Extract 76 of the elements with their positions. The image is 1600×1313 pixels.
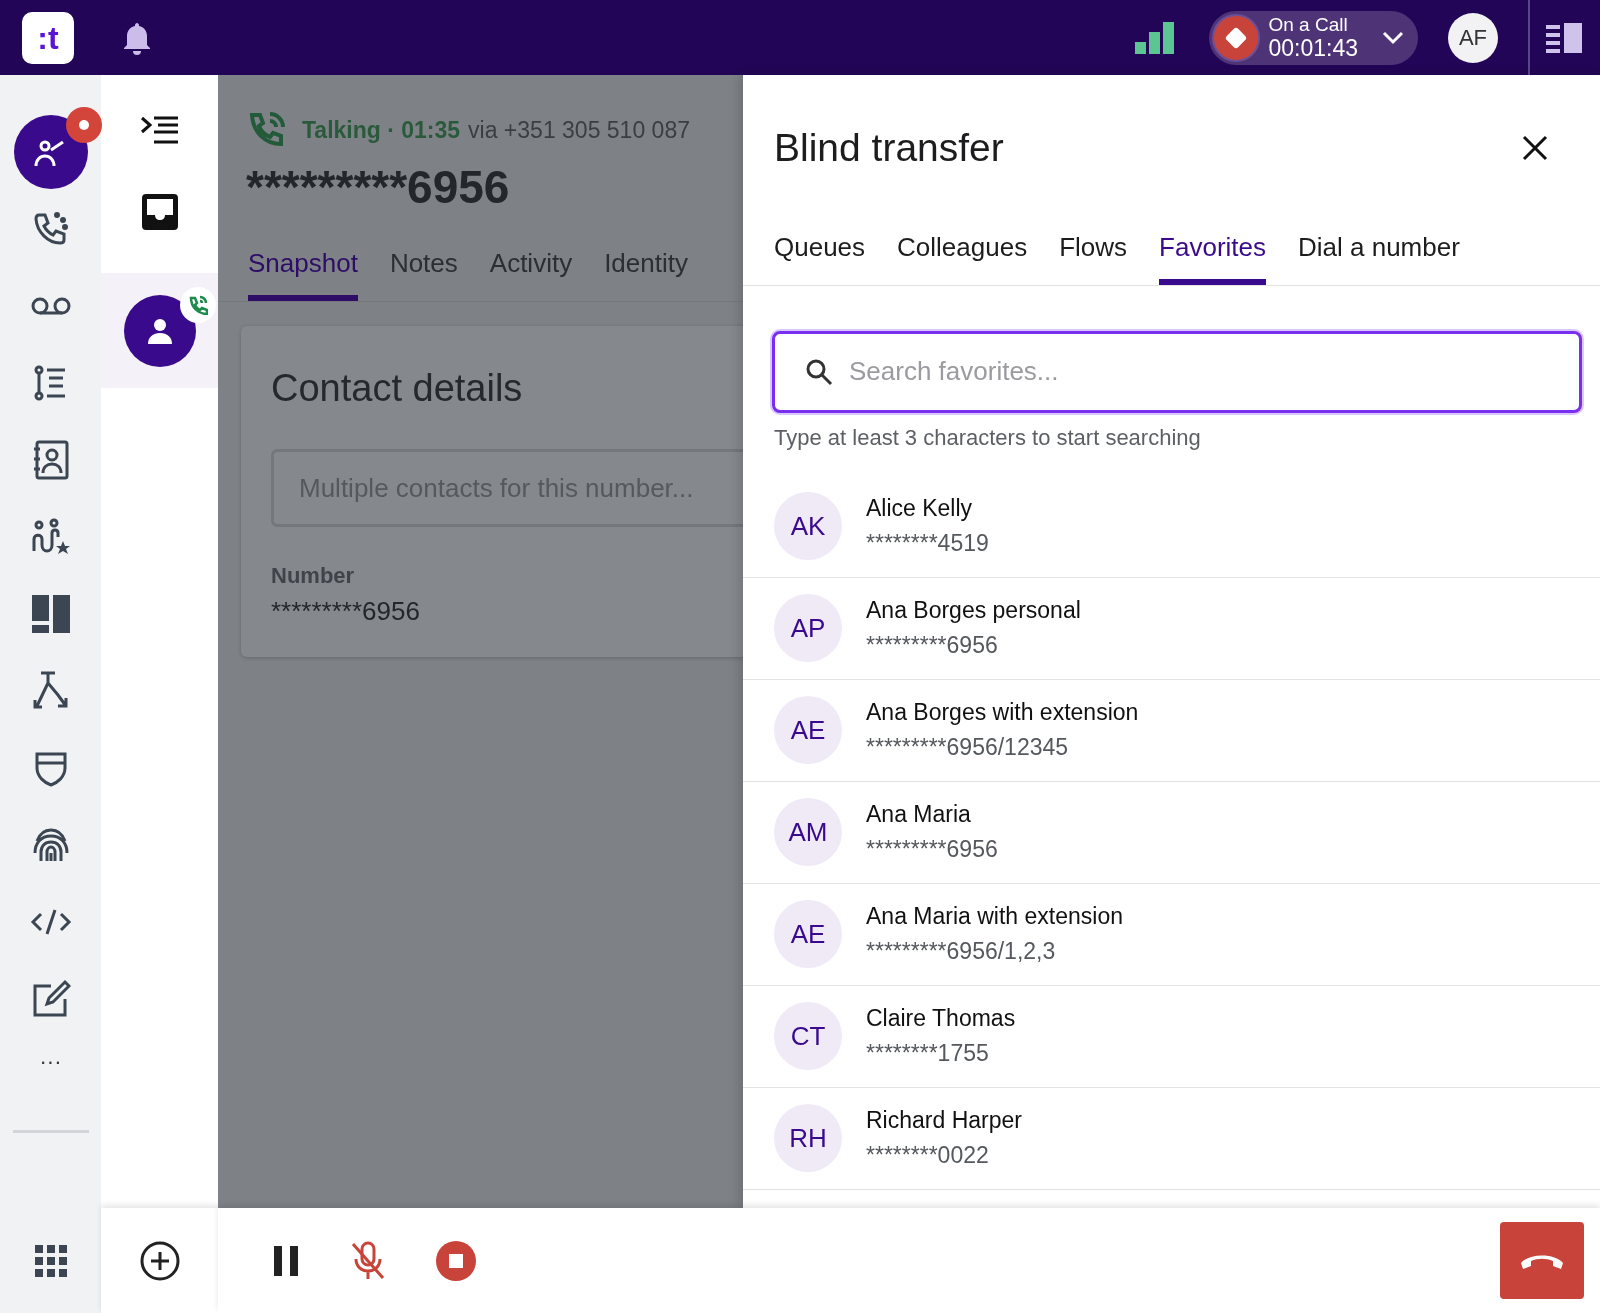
contact-number: ********1755 bbox=[866, 1039, 990, 1068]
phone-talking-icon bbox=[248, 111, 286, 149]
transfer-tab[interactable]: Favorites bbox=[1159, 227, 1266, 285]
apps-grid-icon[interactable] bbox=[34, 1244, 67, 1277]
contact-avatar: AM bbox=[774, 798, 842, 866]
contact-row[interactable]: AE Ana Maria with extension *********6956/1,2,3 bbox=[743, 883, 1600, 986]
call-tab[interactable]: Snapshot bbox=[248, 244, 358, 301]
code-icon bbox=[29, 907, 72, 937]
search-icon bbox=[805, 357, 833, 386]
call-tab[interactable]: Activity bbox=[489, 244, 573, 301]
muted-microphone-icon bbox=[350, 1240, 386, 1281]
call-status-pill[interactable]: On a Call 00:01:43 bbox=[1209, 10, 1418, 65]
contact-avatar: CT bbox=[774, 1002, 842, 1070]
contact-name: Ana Maria with extension bbox=[866, 902, 1123, 931]
transfer-tab[interactable]: Flows bbox=[1059, 227, 1128, 285]
field-value: *********6956 bbox=[271, 595, 421, 628]
transfer-tab[interactable]: Dial a number bbox=[1298, 227, 1460, 285]
chevron-down-icon bbox=[1382, 30, 1404, 45]
transfer-tab[interactable]: Queues bbox=[774, 227, 866, 285]
close-button[interactable] bbox=[1522, 135, 1548, 162]
contact-name: Ana Maria bbox=[866, 800, 972, 829]
contact-row[interactable]: AE Ana Borges with extension *********6956/12345 bbox=[743, 679, 1600, 782]
hang-up-button[interactable] bbox=[1500, 1222, 1584, 1299]
contact-name: Ana Borges with extension bbox=[866, 698, 1139, 727]
search-hint: Type at least 3 characters to start searching bbox=[774, 423, 1202, 452]
call-tab[interactable]: Identity bbox=[604, 244, 688, 301]
dashboard-icon bbox=[30, 594, 71, 634]
dialog-title: Blind transfer bbox=[774, 125, 1004, 171]
call-timer: 00:01:43 bbox=[1268, 37, 1358, 60]
add-call-button[interactable] bbox=[138, 1239, 181, 1282]
call-status-label: On a Call bbox=[1268, 15, 1349, 34]
contact-number: *********6956 bbox=[866, 631, 999, 660]
contact-row[interactable]: RH Richard Harper ********0022 bbox=[743, 1087, 1600, 1190]
call-status: Talking · 01:35 bbox=[302, 115, 461, 145]
contact-name: Ana Borges personal bbox=[866, 596, 1081, 625]
bell-icon[interactable] bbox=[122, 20, 152, 55]
contact-row[interactable]: AM Ana Maria *********6956 bbox=[743, 781, 1600, 884]
pause-icon bbox=[274, 1245, 300, 1276]
contact-row[interactable]: AP Ana Borges personal *********6956 bbox=[743, 577, 1600, 680]
inbox-icon[interactable] bbox=[140, 193, 179, 231]
user-avatar[interactable]: AF bbox=[1448, 12, 1498, 63]
hold-button[interactable] bbox=[274, 1245, 300, 1276]
contact-row[interactable]: AK Alice Kelly ********4519 bbox=[743, 475, 1600, 578]
stop-icon bbox=[436, 1240, 476, 1281]
close-icon bbox=[1522, 135, 1548, 162]
caller-number: *********6956 bbox=[246, 160, 511, 215]
mute-button[interactable] bbox=[350, 1240, 386, 1281]
record-icon bbox=[1212, 13, 1261, 62]
contact-number: ********4519 bbox=[866, 529, 989, 558]
call-line-number: via +351 305 510 087 bbox=[468, 115, 690, 145]
contact-name: Alice Kelly bbox=[866, 494, 974, 523]
call-tab[interactable]: Notes bbox=[389, 244, 458, 301]
card-title: Contact details bbox=[271, 366, 524, 411]
contact-number: ********0022 bbox=[866, 1141, 990, 1170]
contact-avatar: AE bbox=[774, 900, 842, 968]
plus-circle-icon bbox=[138, 1239, 181, 1282]
contact-avatar: AK bbox=[774, 492, 842, 560]
contact-name: Claire Thomas bbox=[866, 1004, 1016, 1033]
panel-toggle-icon[interactable] bbox=[1546, 22, 1584, 53]
contact-name: Richard Harper bbox=[866, 1106, 1022, 1135]
contact-avatar: RH bbox=[774, 1104, 842, 1172]
menu-icon[interactable] bbox=[139, 115, 180, 145]
contact-number: *********6956/12345 bbox=[866, 733, 1070, 762]
contact-number: *********6956/1,2,3 bbox=[866, 937, 1057, 966]
contact-number: *********6956 bbox=[866, 835, 998, 864]
field-label: Number bbox=[271, 562, 356, 590]
more-menu[interactable]: ··· bbox=[39, 1045, 62, 1078]
search-field[interactable]: Search favorites... bbox=[772, 330, 1582, 413]
phone-badge-icon bbox=[179, 286, 216, 323]
contact-avatar: AP bbox=[774, 594, 842, 662]
signal-strength-icon bbox=[1135, 21, 1176, 54]
app-logo[interactable]: :t bbox=[22, 11, 74, 64]
transfer-tab[interactable]: Colleagues bbox=[897, 227, 1028, 285]
stop-recording-button[interactable] bbox=[436, 1240, 476, 1281]
contact-row[interactable]: CT Claire Thomas ********1755 bbox=[743, 985, 1600, 1088]
contact-avatar: AE bbox=[774, 696, 842, 764]
